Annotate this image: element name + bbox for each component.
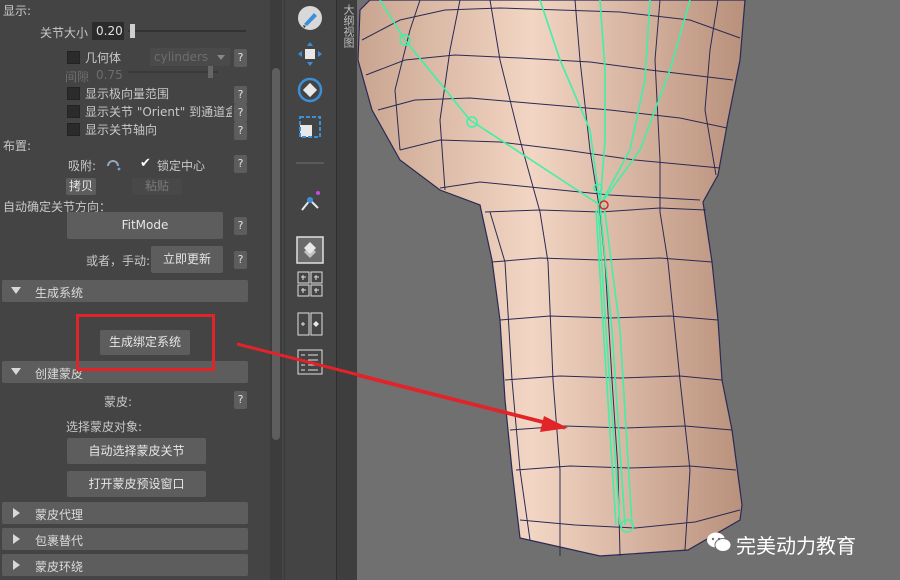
expand-arrow-icon: [13, 534, 20, 544]
quad-view-icon[interactable]: [296, 270, 324, 298]
snap-label: 吸附:: [68, 159, 97, 173]
help-button[interactable]: ?: [234, 251, 247, 269]
section-wrap-replace[interactable]: 包裹替代: [2, 528, 248, 550]
move-tool-icon[interactable]: [296, 40, 324, 68]
joint-tool-icon[interactable]: [296, 188, 324, 216]
help-button[interactable]: ?: [234, 122, 247, 140]
show-axis-label: 显示关节轴向: [85, 123, 158, 137]
lock-center-label: 锁定中心: [157, 159, 206, 173]
expand-arrow-icon: [13, 508, 20, 518]
expand-arrow-icon: [13, 560, 20, 570]
geometry-dropdown[interactable]: cylinders: [150, 48, 230, 66]
watermark-text: 完美动力教育: [736, 534, 856, 558]
show-axis-checkbox[interactable]: [67, 123, 80, 136]
joint-size-field[interactable]: 0.20: [92, 22, 124, 40]
toolbar-divider: [296, 162, 324, 164]
outliner-side-tab[interactable]: 大纲视图: [336, 0, 357, 580]
paste-button[interactable]: 粘贴: [132, 178, 182, 195]
3d-viewport[interactable]: [357, 0, 900, 580]
paste-button-label: 粘贴: [144, 179, 169, 193]
auto-select-joints-label: 自动选择蒙皮关节: [88, 444, 185, 458]
gap-slider[interactable]: [128, 66, 218, 78]
copy-button-label: 拷贝: [68, 179, 93, 193]
show-pole-checkbox[interactable]: [67, 87, 80, 100]
open-skin-preset-button[interactable]: 打开蒙皮预设窗口: [67, 471, 206, 497]
section-generate-system[interactable]: 生成系统: [2, 280, 248, 302]
section-skin-ring[interactable]: 蒙皮环绕: [2, 554, 248, 576]
help-button[interactable]: ?: [234, 217, 247, 235]
attribute-panel: 显示: 关节大小 0.20 几何体 cylinders ? 间隙 0.75 显示…: [0, 0, 268, 580]
collapse-arrow-icon: [11, 287, 21, 294]
section-title: 蒙皮环绕: [35, 560, 84, 574]
fitmode-button[interactable]: FitMode: [67, 212, 223, 239]
joint-size-label: 关节大小: [40, 26, 89, 40]
side-tab-label: 大纲视图: [342, 4, 355, 48]
section-title: 包裹替代: [35, 534, 84, 548]
scale-tool-icon[interactable]: [296, 113, 324, 141]
open-skin-preset-label: 打开蒙皮预设窗口: [88, 477, 185, 491]
red-highlight-box: [76, 314, 215, 371]
scrollbar-thumb[interactable]: [272, 68, 280, 440]
skin-label: 蒙皮:: [104, 395, 133, 409]
help-button[interactable]: ?: [234, 155, 247, 173]
watermark: 完美动力教育: [706, 528, 896, 558]
gap-value: 0.75: [96, 68, 123, 82]
update-now-button[interactable]: 立即更新: [151, 246, 223, 273]
chevron-down-icon: [217, 55, 225, 60]
rotate-tool-icon[interactable]: [296, 76, 324, 104]
section-title: 生成系统: [35, 286, 84, 300]
layout-header: 布置:: [3, 139, 32, 153]
help-button[interactable]: ?: [234, 86, 247, 104]
lock-center-check-icon[interactable]: ✔: [140, 156, 151, 171]
gap-label: 间隙: [65, 70, 90, 84]
two-pane-view-icon[interactable]: [296, 310, 324, 338]
show-orient-label: 显示关节 "Orient" 到通道盒: [85, 105, 232, 119]
display-header: 显示:: [3, 4, 32, 18]
show-pole-label: 显示极向量范围: [85, 87, 170, 101]
geometry-checkbox[interactable]: [67, 51, 80, 64]
section-title: 蒙皮代理: [35, 508, 84, 522]
help-button[interactable]: ?: [234, 391, 247, 409]
hand-model-render: [357, 0, 900, 580]
geometry-dropdown-value: cylinders: [154, 50, 209, 64]
four-view-layout-icon[interactable]: [296, 236, 324, 264]
auto-select-joints-button[interactable]: 自动选择蒙皮关节: [67, 438, 206, 464]
section-skin-proxy[interactable]: 蒙皮代理: [2, 502, 248, 524]
select-skin-objects-label: 选择蒙皮对象:: [66, 420, 143, 434]
help-button[interactable]: ?: [234, 49, 247, 67]
outliner-layout-icon[interactable]: [296, 348, 324, 376]
magnet-icon[interactable]: [104, 154, 122, 172]
joint-size-slider[interactable]: [128, 24, 246, 38]
update-now-label: 立即更新: [162, 252, 211, 266]
slider-handle[interactable]: [208, 66, 213, 78]
show-orient-checkbox[interactable]: [67, 105, 80, 118]
geometry-label: 几何体: [85, 51, 122, 65]
collapse-arrow-icon: [11, 368, 21, 375]
joint-size-value: 0.20: [96, 24, 123, 38]
brush-icon[interactable]: [296, 4, 324, 32]
or-manual-label: 或者，手动:: [86, 254, 151, 268]
fitmode-label: FitMode: [121, 218, 169, 232]
slider-handle[interactable]: [130, 24, 135, 38]
copy-button[interactable]: 拷贝: [66, 178, 96, 195]
help-button[interactable]: ?: [234, 104, 247, 122]
wechat-icon: [707, 532, 732, 552]
